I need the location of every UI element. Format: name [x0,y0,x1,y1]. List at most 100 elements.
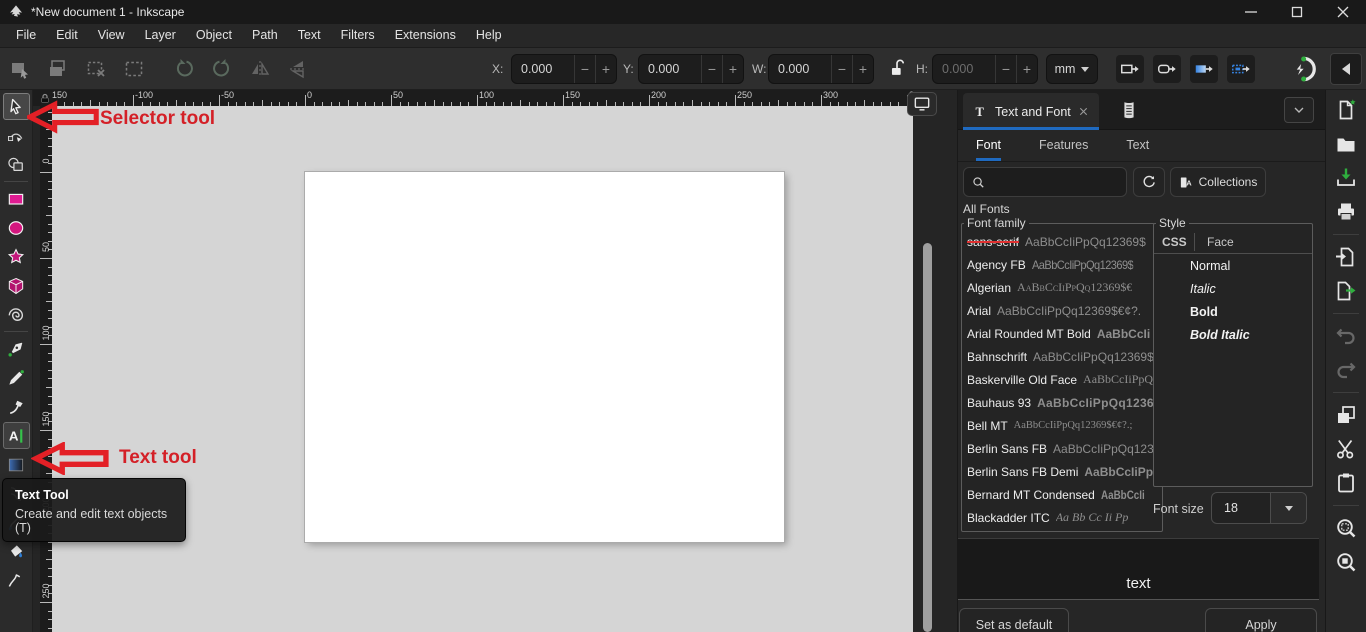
menu-view[interactable]: View [88,24,135,47]
subtab-text[interactable]: Text [1126,130,1149,161]
close-button[interactable] [1320,0,1366,24]
text-tool[interactable]: A [3,422,30,449]
face-bold-italic[interactable]: Bold Italic [1154,323,1312,346]
horizontal-ruler[interactable]: -150-100-50050100150200250300350 [52,90,913,106]
font-row[interactable]: Arial Rounded MT BoldAaBbCcIi [962,322,1162,345]
select-all-in-all-layers-icon[interactable] [46,57,70,81]
node-tool[interactable] [3,122,30,149]
font-row[interactable]: Berlin Sans FBAaBbCcIiPpQq1236 [962,437,1162,460]
font-row[interactable]: Bell MTAaBbCcIiPpQq12369$€¢?.; [962,414,1162,437]
menu-layer[interactable]: Layer [135,24,186,47]
font-row[interactable]: Bauhaus 93AaBbCcIiPpQq1236 [962,391,1162,414]
menu-object[interactable]: Object [186,24,242,47]
vertical-scrollbar[interactable] [923,243,932,632]
selection-box-icon[interactable] [122,57,146,81]
menu-filters[interactable]: Filters [331,24,385,47]
font-search-box[interactable] [963,167,1127,197]
print-document-button[interactable] [1334,200,1358,224]
font-row[interactable]: Blackadder ITCAa Bb Cc Ii Pp [962,506,1162,529]
save-document-button[interactable] [1334,166,1358,190]
apply-button[interactable]: Apply [1205,608,1317,632]
font-row[interactable]: ArialAaBbCcIiPpQq12369$€¢?. [962,299,1162,322]
decrement-button[interactable]: − [701,55,722,83]
star-tool[interactable] [3,243,30,270]
cut-button[interactable] [1334,437,1358,461]
undo-button[interactable] [1334,324,1358,348]
decrement-button[interactable]: − [574,55,595,83]
increment-button[interactable]: + [722,55,743,83]
import-image-button[interactable] [1334,245,1358,269]
new-document-button[interactable] [1334,98,1358,122]
tweak-tool[interactable] [3,567,30,594]
lock-ratio-icon[interactable] [886,56,908,80]
scale-stroke-toggle[interactable] [1116,55,1144,83]
refresh-fonts-button[interactable] [1133,167,1165,197]
font-size-combo[interactable]: 18 [1211,492,1307,524]
zoom-selection-button[interactable] [1334,516,1358,540]
maximize-button[interactable] [1274,0,1320,24]
tab-text-and-font[interactable]: T Text and Font [963,93,1099,130]
flip-vertical-icon[interactable] [286,57,310,81]
spiral-tool[interactable] [3,301,30,328]
h--field[interactable]: 0.000−+ [932,54,1038,84]
flip-horizontal-icon[interactable] [248,57,272,81]
decrement-button[interactable]: − [831,55,852,83]
minimize-button[interactable] [1228,0,1274,24]
subtab-font[interactable]: Font [976,130,1001,161]
move-patterns-toggle[interactable] [1227,55,1255,83]
menu-help[interactable]: Help [466,24,512,47]
font-search-input[interactable] [992,175,1112,189]
canvas[interactable] [52,106,913,632]
canvas-page[interactable] [305,172,784,542]
open-document-button[interactable] [1334,132,1358,156]
set-as-default-button[interactable]: Set as default [959,608,1069,632]
export-image-button[interactable] [1334,279,1358,303]
select-all-icon[interactable] [8,57,32,81]
pen-tool[interactable] [3,335,30,362]
menu-path[interactable]: Path [242,24,288,47]
close-tab-icon[interactable] [1078,106,1089,117]
font-row[interactable]: Baskerville Old FaceAaBbCcIiPpQ [962,368,1162,391]
paste-button[interactable] [1334,471,1358,495]
deselect-icon[interactable] [84,57,108,81]
vertical-ruler[interactable]: 050100150200250 [40,106,52,632]
font-row[interactable]: sans-serifAaBbCcIiPpQq12369$ [962,230,1162,253]
increment-button[interactable]: + [1016,55,1037,83]
y--field[interactable]: 0.000−+ [638,54,744,84]
rectangle-tool[interactable] [3,185,30,212]
swatches-dialog-tab-icon[interactable] [1118,99,1140,121]
zoom-drawing-button[interactable] [1334,550,1358,574]
x--field[interactable]: 0.000−+ [511,54,617,84]
rotate-ccw-icon[interactable] [172,57,196,81]
shape-builder-tool[interactable] [3,151,30,178]
rotate-cw-icon[interactable] [210,57,234,81]
selector-tool[interactable] [3,93,30,120]
snap-toggle-icon[interactable] [1288,54,1318,84]
duplicate-button[interactable] [1334,403,1358,427]
w--field[interactable]: 0.000−+ [768,54,874,84]
face-normal[interactable]: Normal [1154,254,1312,277]
collapse-toolbar-button[interactable] [1330,53,1362,85]
font-row[interactable]: Berlin Sans FB DemiAaBbCcIiPpQ [962,460,1162,483]
paint-bucket-tool[interactable] [3,538,30,565]
font-row[interactable]: BahnschriftAaBbCcIiPpQq12369$ [962,345,1162,368]
box-3d-tool[interactable] [3,272,30,299]
face-bold[interactable]: Bold [1154,300,1312,323]
font-row[interactable]: Bernard MT CondensedAaBbCcIi [962,483,1162,506]
menu-text[interactable]: Text [288,24,331,47]
scale-corners-toggle[interactable] [1153,55,1181,83]
ellipse-tool[interactable] [3,214,30,241]
text-preview-box[interactable]: text [958,538,1319,600]
move-gradients-toggle[interactable] [1190,55,1218,83]
gradient-tool[interactable] [3,451,30,478]
menu-extensions[interactable]: Extensions [385,24,466,47]
calligraphy-tool[interactable] [3,393,30,420]
increment-button[interactable]: + [852,55,873,83]
dock-menu-button[interactable] [1284,97,1314,123]
pencil-tool[interactable] [3,364,30,391]
menu-file[interactable]: File [6,24,46,47]
decrement-button[interactable]: − [995,55,1016,83]
subtab-features[interactable]: Features [1039,130,1088,161]
increment-button[interactable]: + [595,55,616,83]
redo-button[interactable] [1334,358,1358,382]
